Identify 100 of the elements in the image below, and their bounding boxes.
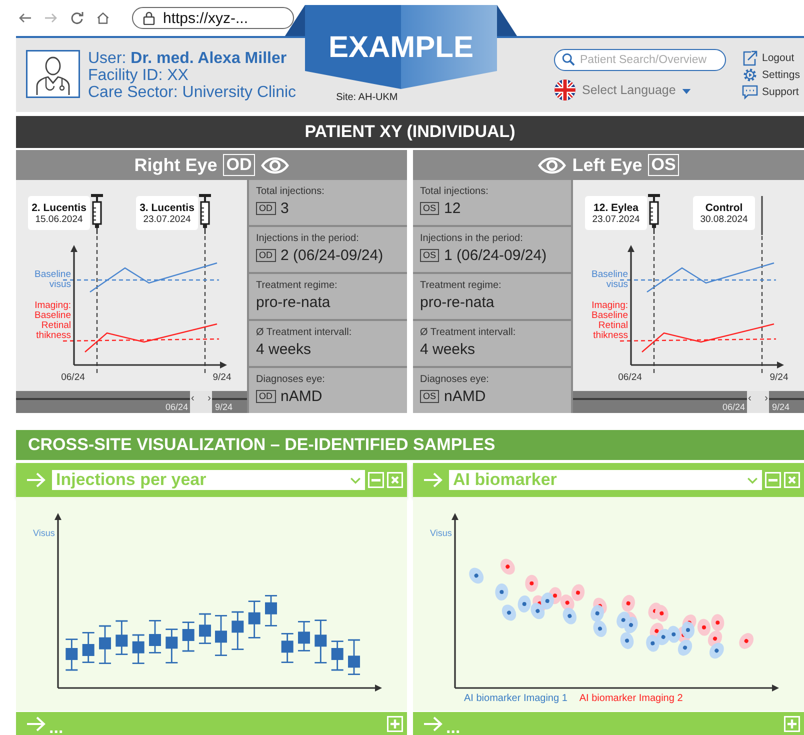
arrow-icon — [26, 716, 46, 732]
scroll-date: 9/24 — [772, 402, 790, 413]
data-point — [711, 614, 724, 632]
visit-marker-line — [761, 196, 763, 235]
legend-label: AI biomarker Imaging 2 — [579, 693, 683, 704]
timeline-scrollbar[interactable]: 9/24 — [212, 391, 247, 413]
widget-title: ... — [49, 721, 64, 735]
stat-value: pro-re-nata — [256, 294, 330, 311]
eye-icon — [260, 156, 289, 174]
axis-end-label: 9/24 — [212, 372, 232, 383]
scroll-right-button[interactable]: › — [206, 393, 212, 405]
timeline-scrollbar[interactable]: 06/24 — [16, 391, 190, 413]
timeline-scrollbar[interactable]: 06/24 — [573, 391, 747, 413]
data-point — [500, 558, 515, 575]
stat-value: 4 weeks — [256, 341, 312, 358]
syringe-icon — [648, 194, 660, 234]
data-point — [620, 632, 634, 650]
eye-code: OS — [648, 154, 679, 176]
data-point — [739, 633, 754, 649]
axis-label: Visus — [430, 528, 452, 538]
language-select[interactable]: Select Language — [554, 79, 726, 101]
visit-name: 3. Lucentis — [140, 202, 194, 214]
close-icon[interactable] — [784, 472, 800, 488]
eye-code-tag: OD — [256, 249, 276, 262]
visit-card[interactable]: 12. Eylea 23.07.2024 — [585, 196, 647, 230]
minimize-icon[interactable] — [368, 472, 384, 488]
scroll-date: 9/24 — [215, 402, 233, 413]
box-whisker-mark — [198, 613, 212, 644]
stat-label: Total injections: — [420, 186, 490, 197]
box-whisker-mark — [148, 620, 162, 654]
back-icon[interactable] — [18, 11, 32, 25]
eye-code-tag: OS — [420, 390, 440, 403]
stat-value: nAMD — [444, 388, 486, 405]
box-whisker-mark — [98, 625, 112, 664]
scroll-date: 06/24 — [165, 402, 188, 413]
stat-value: 3 — [280, 200, 289, 217]
search-icon — [562, 53, 575, 66]
eye-code: OD — [223, 154, 255, 176]
header-link[interactable]: Settings — [742, 67, 804, 83]
visit-name: 12. Eylea — [594, 202, 638, 214]
visit-card[interactable]: 2. Lucentis 15.06.2024 — [28, 196, 90, 230]
reload-icon[interactable] — [70, 11, 84, 25]
axis-start-label: 06/24 — [618, 372, 642, 383]
data-point — [540, 592, 554, 610]
eye-icon — [538, 156, 566, 174]
header-link[interactable]: Logout — [742, 50, 804, 66]
stat-label: Injections in the period: — [256, 233, 360, 244]
axis-start-label: 06/24 — [61, 372, 85, 383]
address-bar[interactable]: https://xyz-... — [132, 7, 294, 29]
axis-end-label: 9/24 — [770, 372, 788, 383]
scroll-right-button[interactable]: › — [764, 393, 769, 405]
data-point — [502, 604, 516, 621]
patient-title-bar: PATIENT XY (INDIVIDUAL) — [16, 116, 804, 148]
data-point — [469, 568, 484, 584]
box-whisker-mark — [114, 620, 128, 656]
visit-card[interactable]: 3. Lucentis 23.07.2024 — [136, 196, 198, 230]
eye-title: Left Eye — [572, 154, 642, 176]
timeline-scrollbar[interactable]: 9/24 — [769, 391, 804, 413]
stat-label: Total injections: — [256, 186, 326, 197]
arrow-icon — [423, 716, 443, 732]
scroll-left-button[interactable]: ‹ — [747, 393, 752, 405]
visit-date: 15.06.2024 — [35, 214, 83, 224]
thickness-legend: Imaging: Baseline Retinal thikness — [574, 301, 628, 341]
box-whisker-mark — [230, 611, 244, 650]
box-whisker-mark — [347, 639, 361, 676]
stat-label: Ø Treatment intervall: — [256, 327, 353, 338]
section-title-bar: CROSS-SITE VISUALIZATION – DE-IDENTIFIED SAMPLES — [16, 430, 804, 460]
plus-icon[interactable] — [387, 716, 403, 732]
data-point — [525, 574, 538, 592]
stat-value: nAMD — [280, 388, 322, 405]
scroll-date: 06/24 — [722, 402, 745, 413]
flag-icon — [554, 79, 576, 101]
stat-value: pro-re-nata — [420, 294, 494, 311]
data-point — [622, 594, 635, 612]
banner-label: EXAMPLE — [327, 31, 475, 65]
header-link[interactable]: Support — [742, 84, 804, 100]
chevron-icon — [747, 476, 758, 484]
care-sector: Care Sector: University Clinic — [88, 84, 296, 101]
data-point — [697, 618, 711, 636]
forward-icon[interactable] — [44, 11, 58, 25]
eye-code-tag: OS — [420, 249, 440, 262]
box-whisker-mark — [330, 640, 344, 671]
axis-label: Visus — [33, 528, 55, 538]
gear-icon — [742, 67, 758, 83]
box-whisker-mark — [132, 634, 146, 664]
data-point — [571, 584, 585, 602]
scroll-left-button[interactable]: ‹ — [190, 393, 196, 405]
eye-code-tag: OD — [256, 390, 276, 403]
search-field[interactable]: Patient Search/Overview — [554, 49, 726, 71]
visit-card[interactable]: Control 30.08.2024 — [693, 196, 755, 230]
thickness-legend: Imaging: Baseline Retinal thikness — [17, 301, 71, 341]
home-icon[interactable] — [96, 11, 110, 25]
plus-icon[interactable] — [784, 716, 800, 732]
minimize-icon[interactable] — [765, 472, 781, 488]
stat-label: Ø Treatment intervall: — [420, 327, 517, 338]
data-point — [624, 616, 638, 634]
close-icon[interactable] — [387, 472, 403, 488]
stat-value: 2 (06/24-09/24) — [280, 247, 384, 264]
data-point — [655, 604, 668, 622]
stat-label: Diagnoses eye: — [420, 374, 490, 385]
